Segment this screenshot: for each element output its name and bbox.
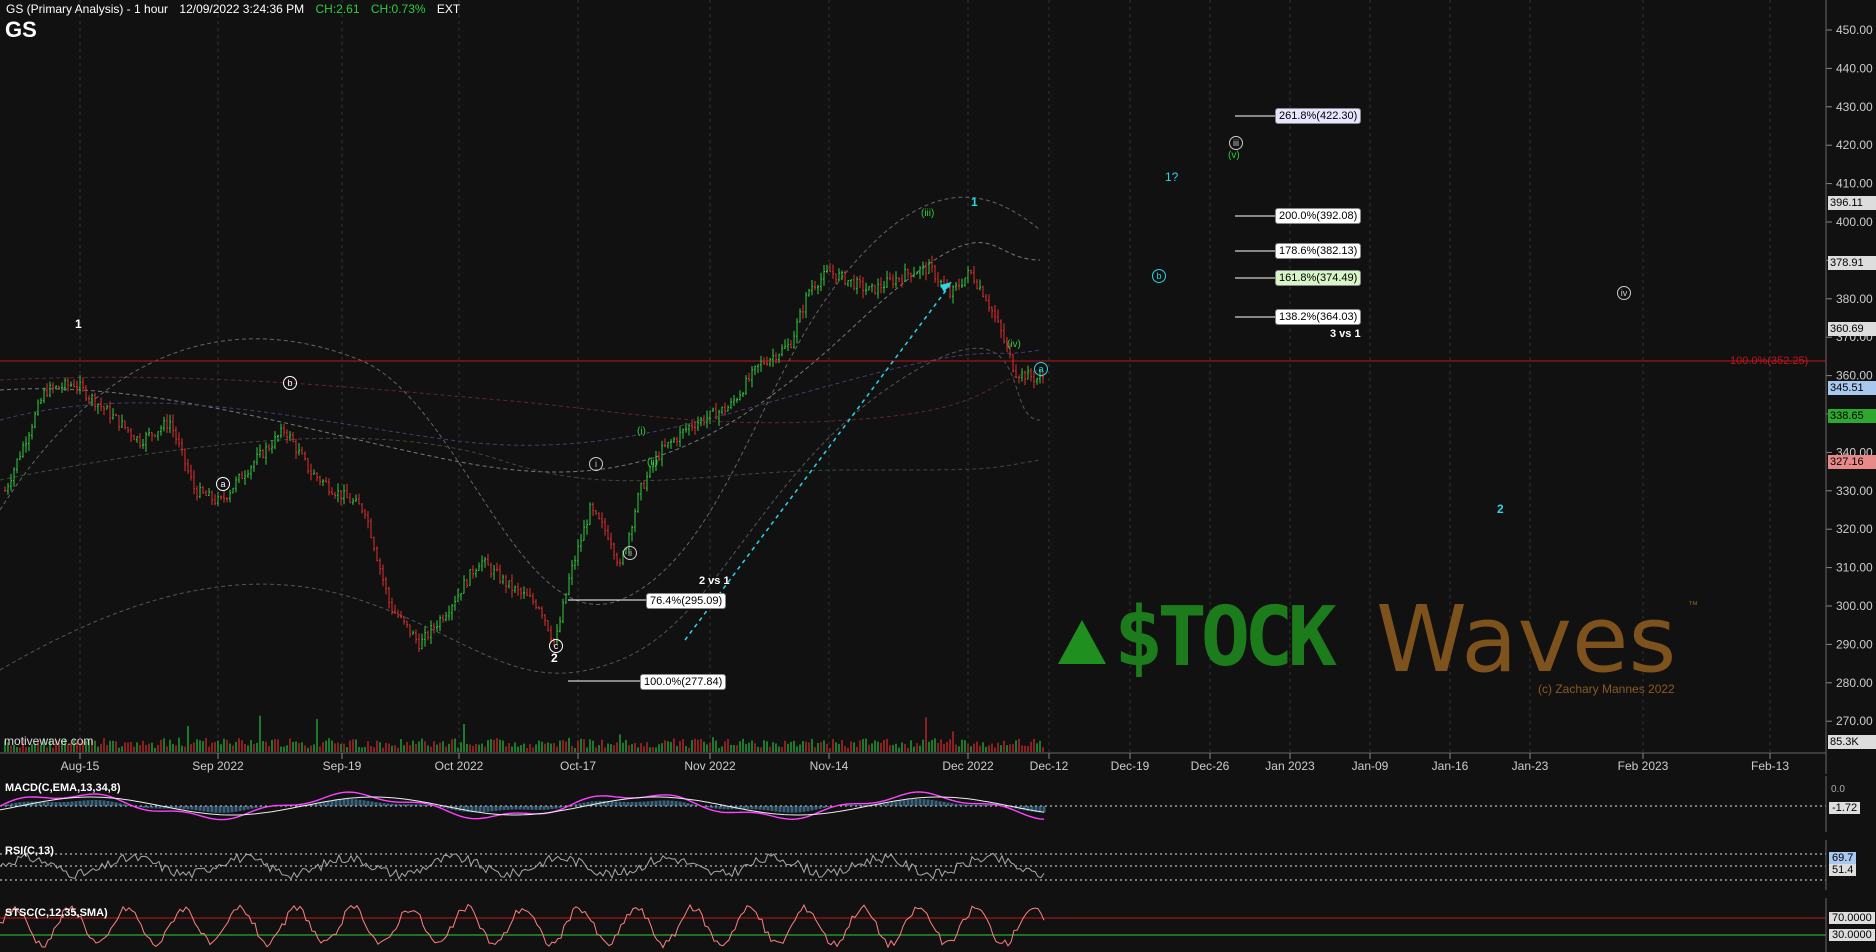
macd-panel[interactable] (0, 776, 1876, 832)
fib-level-box[interactable]: 161.8%(374.49) (1275, 270, 1362, 286)
wave-label-w2b: 2 (1497, 502, 1504, 516)
time-tick-label: Oct 2022 (435, 759, 484, 773)
price-badge: 327.16 (1828, 455, 1876, 469)
price-tick-label: 290.00 (1836, 637, 1873, 651)
footer-brand: motivewave.com (4, 734, 94, 748)
price-tick-label: 450.00 (1836, 23, 1873, 37)
price-tick-label: 380.00 (1836, 292, 1873, 306)
wave-label-w1q: 1? (1165, 170, 1179, 184)
watermark-waves: Waves (1376, 586, 1677, 693)
time-tick-label: Jan-09 (1352, 759, 1389, 773)
time-tick-label: Sep-19 (323, 759, 362, 773)
price-tick-label: 300.00 (1836, 599, 1873, 613)
macd-label: MACD(C,EMA,13,34,8) (5, 782, 121, 794)
price-badge: 345.51 (1828, 381, 1876, 395)
watermark: $TOCK Waves ™ (c) Zachary Mannes 2022 (1058, 586, 1698, 700)
fib-level-box[interactable]: 261.8%(422.30) (1275, 108, 1362, 124)
price-tick-label: 440.00 (1836, 61, 1873, 75)
change-abs: CH:2.61 (315, 2, 360, 16)
price-badge: 378.91 (1828, 256, 1876, 270)
time-tick-label: Feb 2023 (1618, 759, 1669, 773)
wave-label-ii-small: (ii) (647, 457, 659, 468)
wave-label-w1b: 1 (971, 195, 978, 209)
wave-label-a-blue: a (1034, 362, 1048, 376)
chart-header: GS (Primary Analysis) - 1 hour 12/09/202… (6, 2, 468, 16)
price-tick-label: 430.00 (1836, 100, 1873, 114)
wave-label-a: a (216, 477, 230, 491)
price-tick-label: 310.00 (1836, 561, 1873, 575)
stsc-top: 70.0000 (1829, 912, 1875, 924)
price-tick-label: 280.00 (1836, 676, 1873, 690)
fib-level-box[interactable]: 138.2%(364.03) (1275, 309, 1362, 325)
rsi-value: 69.7 (1829, 852, 1857, 864)
rsi-panel[interactable] (0, 840, 1876, 890)
time-tick-label: Nov-14 (810, 759, 849, 773)
time-tick-label: Jan-23 (1512, 759, 1549, 773)
price-badge: 360.69 (1828, 322, 1876, 336)
wave-label-i: i (589, 457, 603, 471)
triangle-icon (1058, 620, 1106, 664)
price-tick-label: 330.00 (1836, 484, 1873, 498)
rsi-label: RSI(C,13) (5, 845, 54, 857)
rsi-value-2: 51.4 (1829, 864, 1857, 876)
price-tick-label: 410.00 (1836, 177, 1873, 191)
macd-zero: 0.0 (1831, 784, 1845, 795)
change-pct: CH:0.73% (370, 2, 426, 16)
wave-label-v-small: (v) (1228, 150, 1240, 161)
time-tick-label: Dec-19 (1111, 759, 1150, 773)
wave-label-IV: iv (1617, 286, 1631, 300)
wave-label-c: c (549, 639, 563, 653)
wave-label-vs21: 2 vs 1 (699, 575, 730, 587)
fib-level-box[interactable]: 200.0%(392.08) (1275, 208, 1362, 224)
watermark-stock: $TOCK (1114, 590, 1337, 685)
price-badge: 85.3K (1828, 735, 1876, 749)
symbol-label: GS (5, 17, 37, 42)
stsc-bottom: 30.0000 (1829, 929, 1875, 941)
time-tick-label: Aug-15 (61, 759, 100, 773)
wave-label-iii-small: (iii) (921, 208, 935, 219)
price-tick-label: 420.00 (1836, 138, 1873, 152)
wave-label-i-small: (i) (637, 426, 646, 437)
wave-label-w2: 2 (551, 651, 558, 665)
price-badge: 338.65 (1828, 409, 1876, 423)
time-tick-label: Jan-16 (1432, 759, 1469, 773)
chart-datetime: 12/09/2022 3:24:36 PM (179, 2, 305, 16)
wave-label-w1a: 1 (75, 317, 82, 331)
wave-label-b-blue: b (1152, 269, 1166, 283)
wave-label-iv-small: (iv) (1007, 339, 1021, 350)
time-tick-label: Oct-17 (560, 759, 596, 773)
session-label: EXT (436, 2, 461, 16)
fib-100-line-label: 100.0%(352.25) (1730, 355, 1808, 367)
time-tick-label: Feb-13 (1751, 759, 1789, 773)
wave-label-III: iii (1229, 136, 1243, 150)
stochastic-panel[interactable] (0, 898, 1876, 952)
fib-level-box[interactable]: 100.0%(277.84) (640, 674, 727, 690)
watermark-credit: (c) Zachary Mannes 2022 (1538, 682, 1675, 696)
watermark-tm: ™ (1688, 600, 1698, 611)
time-tick-label: Sep 2022 (192, 759, 244, 773)
wave-label-b: b (283, 376, 297, 390)
price-tick-label: 320.00 (1836, 522, 1873, 536)
chart-title: GS (Primary Analysis) - 1 hour (6, 2, 169, 16)
fib-level-box[interactable]: 76.4%(295.09) (646, 593, 727, 609)
fib-level-box[interactable]: 178.6%(382.13) (1275, 243, 1362, 259)
price-tick-label: 270.00 (1836, 714, 1873, 728)
macd-value: -1.72 (1829, 802, 1861, 814)
time-tick-label: Dec-26 (1191, 759, 1230, 773)
wave-label-ii: ii (623, 546, 637, 560)
stsc-label: STSC(C,12,35,SMA) (5, 907, 108, 919)
time-tick-label: Dec-12 (1030, 759, 1069, 773)
price-tick-label: 400.00 (1836, 215, 1873, 229)
time-tick-label: Jan 2023 (1265, 759, 1315, 773)
wave-label-vs31: 3 vs 1 (1330, 328, 1361, 340)
price-badge: 396.11 (1828, 196, 1876, 210)
time-tick-label: Dec 2022 (942, 759, 994, 773)
time-tick-label: Nov 2022 (684, 759, 736, 773)
